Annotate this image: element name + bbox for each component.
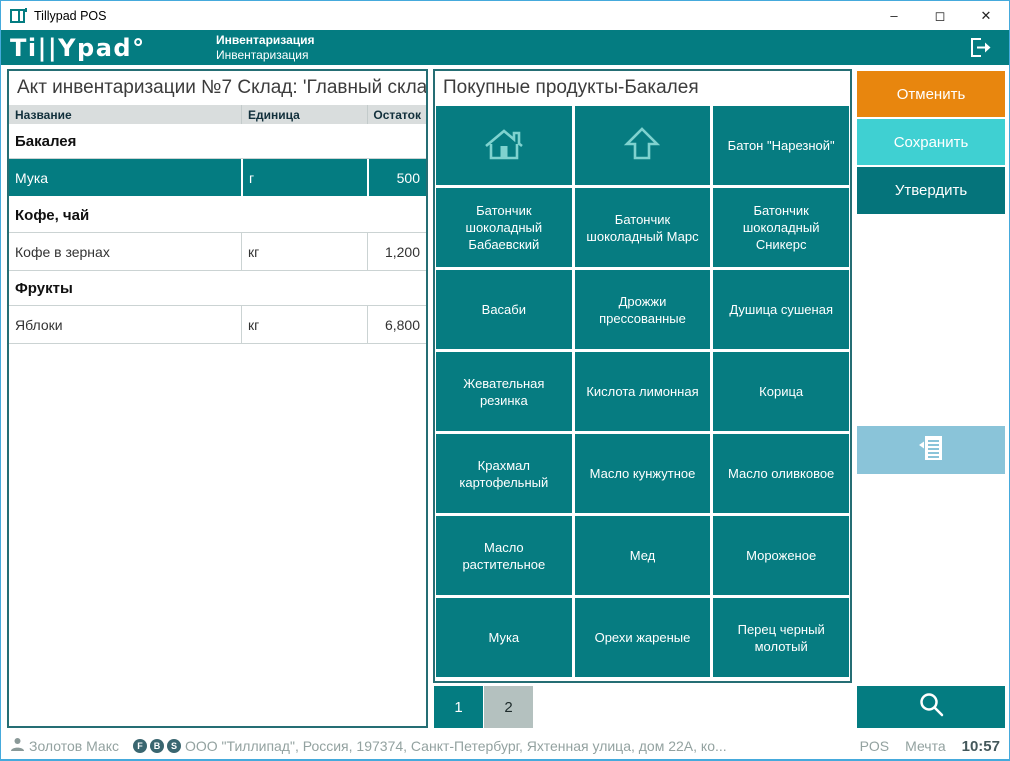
cell-name: Кофе в зернах [9,233,241,270]
cell-name: Яблоки [9,306,241,343]
inventory-act-panel: Акт инвентаризации №7 Склад: 'Главный ск… [7,69,428,728]
window-title: Tillypad POS [34,9,106,23]
product-button[interactable]: Батон "Нарезной" [713,106,849,185]
product-button[interactable]: Жевательная резинка [436,352,572,431]
product-button[interactable]: Крахмал картофельный [436,434,572,513]
clock: 10:57 [962,738,1000,755]
breadcrumb: Инвентаризация Инвентаризация [216,33,315,62]
cancel-button[interactable]: Отменить [857,71,1005,117]
search-icon [917,691,945,723]
app-window-icon [10,8,27,23]
table-row[interactable]: Кофе в зернахкг1,200 [9,233,426,271]
status-bar: Золотов Макс FBS ООО "Тиллипад", Россия,… [1,732,1009,760]
pagination: 12 [434,686,533,728]
product-button[interactable]: Васаби [436,270,572,349]
product-button[interactable]: Перец черный молотый [713,598,849,677]
inventory-act-title: Акт инвентаризации №7 Склад: 'Главный ск… [9,71,426,105]
cell-qty: 1,200 [367,233,426,270]
page-button-2[interactable]: 2 [484,686,533,728]
home-button[interactable] [436,106,572,185]
titlebar: Tillypad POS – ◻ ✕ [1,1,1009,30]
tillypad-logo: Ti||Ypad° [10,36,146,60]
column-header-qty: Остаток [367,105,426,124]
product-button[interactable]: Мука [436,598,572,677]
product-grid: Батон "Нарезной" Батончик шоколадный Баба… [435,105,850,678]
table-row[interactable]: Яблокикг6,800 [9,306,426,344]
document-list-button[interactable] [857,426,1005,474]
product-button[interactable]: Масло растительное [436,516,572,595]
column-header-name: Название [9,105,241,124]
app-window: Tillypad POS – ◻ ✕ Ti||Ypad° Инвентариза… [0,0,1010,761]
document-list-icon [916,433,946,467]
column-header-unit: Единица [241,105,367,124]
product-button[interactable]: Масло кунжутное [575,434,711,513]
category-row[interactable]: Фрукты [9,271,426,306]
product-group-title: Покупные продукты-Бакалея [435,71,850,105]
service-badge-s: S [167,739,181,753]
product-button[interactable]: Корица [713,352,849,431]
product-button[interactable]: Душица сушеная [713,270,849,349]
cell-unit: г [241,159,367,196]
product-button[interactable]: Батончик шоколадный Сникерс [713,188,849,267]
service-badge-b: B [150,739,164,753]
product-button[interactable]: Кислота лимонная [575,352,711,431]
table-body: БакалеяМукаг500Кофе, чайКофе в зернахкг1… [9,124,426,344]
breadcrumb-section: Инвентаризация [216,33,315,48]
cell-name: Мука [9,159,241,196]
service-badges: FBS [133,739,181,753]
table-header: Название Единица Остаток [9,105,426,124]
home-icon [481,124,527,168]
approve-button[interactable]: Утвердить [857,167,1005,214]
profile-label: Мечта [905,738,945,754]
main-content: Акт инвентаризации №7 Склад: 'Главный ск… [1,65,1009,732]
minimize-button[interactable]: – [871,1,917,30]
service-badge-f: F [133,739,147,753]
page-button-1[interactable]: 1 [434,686,483,728]
close-button[interactable]: ✕ [963,1,1009,30]
cell-qty: 6,800 [367,306,426,343]
product-button[interactable]: Мороженое [713,516,849,595]
app-header: Ti||Ypad° Инвентаризация Инвентаризация [1,30,1009,65]
product-button[interactable]: Батончик шоколадный Марс [575,188,711,267]
search-button[interactable] [857,686,1005,728]
maximize-button[interactable]: ◻ [917,1,963,30]
product-button[interactable]: Дрожжи прессованные [575,270,711,349]
save-button[interactable]: Сохранить [857,119,1005,165]
product-button[interactable]: Орехи жареные [575,598,711,677]
product-button[interactable]: Масло оливковое [713,434,849,513]
company-info: ООО "Тиллипад", Россия, 197374, Санкт-Пе… [185,738,846,754]
table-row[interactable]: Мукаг500 [9,159,426,198]
logout-icon[interactable] [969,37,993,58]
arrow-up-icon [623,125,661,167]
current-user: Золотов Макс [29,738,119,754]
mode-label: POS [860,738,890,754]
product-button[interactable]: Батончик шоколадный Бабаевский [436,188,572,267]
product-button[interactable]: Мед [575,516,711,595]
cell-unit: кг [241,306,367,343]
product-group-panel: Покупные продукты-Бакалея Батон "Нарезно… [433,69,852,683]
category-row[interactable]: Кофе, чай [9,198,426,233]
category-row[interactable]: Бакалея [9,124,426,159]
cell-qty: 500 [367,159,426,196]
cell-unit: кг [241,233,367,270]
page-up-button[interactable] [575,106,711,185]
user-icon [10,737,25,755]
breadcrumb-page: Инвентаризация [216,48,315,63]
